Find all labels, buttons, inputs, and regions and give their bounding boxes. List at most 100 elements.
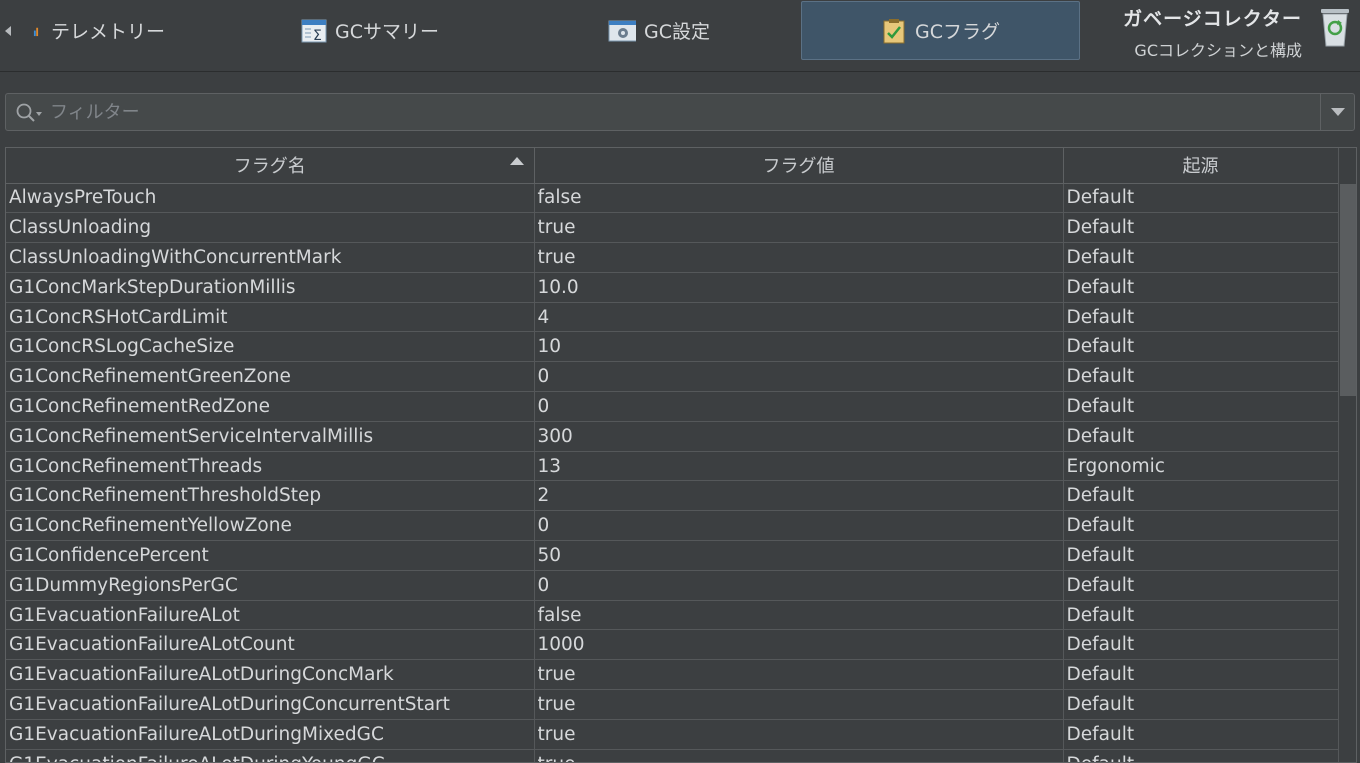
table-row[interactable]: G1EvacuationFailureALotDuringMixedGC true… xyxy=(6,719,1339,750)
cell-flag-name: G1ConcRefinementYellowZone xyxy=(6,510,535,542)
cell-flag-value: false xyxy=(534,183,1064,214)
column-header-label: フラグ名 xyxy=(233,156,306,178)
cell-flag-name: G1EvacuationFailureALotDuringYoungGC xyxy=(6,749,535,762)
table-row[interactable]: G1ConcRSLogCacheSize 10 Default xyxy=(6,331,1339,363)
column-header-flag-name[interactable]: フラグ名 xyxy=(6,148,535,184)
summary-icon: Σ xyxy=(301,19,327,44)
cell-flag-name: G1DummyRegionsPerGC xyxy=(6,570,535,601)
cell-flag-name: G1EvacuationFailureALot xyxy=(6,600,535,631)
cell-flag-value: false xyxy=(534,600,1064,631)
table-row[interactable]: G1ConcRefinementRedZone 0 Default xyxy=(6,391,1339,422)
cell-flag-value: 0 xyxy=(534,391,1064,422)
cell-origin: Default xyxy=(1063,749,1339,762)
cell-flag-name: ClassUnloadingWithConcurrentMark xyxy=(6,242,535,273)
table-row[interactable]: G1EvacuationFailureALotDuringYoungGCtrue… xyxy=(6,749,1339,762)
table-row[interactable]: G1ConcRSHotCardLimit 4 Default xyxy=(6,302,1339,333)
cell-origin: Default xyxy=(1063,659,1339,691)
cell-flag-name: G1ConcRefinementThresholdStep xyxy=(6,480,535,512)
table-header-row: フラグ名 フラグ値 起源 xyxy=(6,148,1339,184)
cell-flag-value: true xyxy=(534,659,1064,691)
cell-flag-name: G1ConcRefinementGreenZone xyxy=(6,361,535,393)
table-row[interactable]: ClassUnloadingWithConcurrentMark true Defa… xyxy=(6,242,1339,273)
column-header-flag-value[interactable]: フラグ値 xyxy=(534,148,1064,184)
cell-flag-name: G1ConcRefinementThreads xyxy=(6,451,535,482)
tab-gc-summary[interactable]: Σ GCサマリー xyxy=(290,1,450,60)
cell-flag-value: 10 xyxy=(534,331,1064,363)
cell-origin: Default xyxy=(1063,719,1339,750)
vertical-scrollbar[interactable] xyxy=(1338,148,1356,762)
column-header-origin[interactable]: 起源 xyxy=(1063,148,1339,184)
cell-flag-value: 4 xyxy=(534,302,1064,333)
filter-bar xyxy=(5,93,1355,131)
table-row[interactable]: G1ConcRefinementThreads 13 Ergonomic xyxy=(6,451,1339,482)
cell-flag-name: G1ConcRSLogCacheSize xyxy=(6,331,535,363)
filter-input[interactable] xyxy=(50,98,1310,126)
cell-origin: Default xyxy=(1063,391,1339,422)
column-header-label: フラグ値 xyxy=(762,156,835,178)
cell-origin: Default xyxy=(1063,629,1339,661)
table-row[interactable]: AlwaysPreTouch false Default xyxy=(6,183,1339,214)
search-icon[interactable] xyxy=(15,102,45,124)
cell-flag-name: G1EvacuationFailureALotCount xyxy=(6,629,535,661)
cell-origin: Default xyxy=(1063,421,1339,452)
table-row[interactable]: G1EvacuationFailureALot false Default xyxy=(6,600,1339,631)
tab-gc-settings[interactable]: GC設定 xyxy=(596,1,720,60)
cell-flag-value: 0 xyxy=(534,361,1064,393)
column-header-label: 起源 xyxy=(1182,156,1219,178)
cell-flag-value: true xyxy=(534,719,1064,750)
cell-flag-name: G1EvacuationFailureALotDuringConcurrentS… xyxy=(6,689,535,720)
table-row[interactable]: ClassUnloading true Default xyxy=(6,212,1339,244)
cell-flag-name: G1EvacuationFailureALotDuringMixedGC xyxy=(6,719,535,750)
cell-flag-value: 0 xyxy=(534,510,1064,542)
cell-flag-value: true xyxy=(534,212,1064,244)
page-subtitle: GCコレクションと構成 xyxy=(1134,41,1302,60)
table-row[interactable]: G1ConfidencePercent 50 Default xyxy=(6,540,1339,571)
scroll-left-icon[interactable] xyxy=(5,26,11,36)
telemetry-icon xyxy=(33,27,39,36)
table-row[interactable]: G1ConcRefinementServiceIntervalMillis 300… xyxy=(6,421,1339,452)
cell-flag-name: G1ConcRefinementServiceIntervalMillis xyxy=(6,421,535,452)
table-row[interactable]: G1ConcMarkStepDurationMillis 10.0 Default xyxy=(6,272,1339,303)
cell-flag-value: 2 xyxy=(534,480,1064,512)
cell-flag-name: G1ConcRefinementRedZone xyxy=(6,391,535,422)
svg-text:Σ: Σ xyxy=(313,28,322,44)
cell-flag-name: AlwaysPreTouch xyxy=(6,183,535,214)
cell-origin: Default xyxy=(1063,272,1339,303)
table-row[interactable]: G1DummyRegionsPerGC 0 Default xyxy=(6,570,1339,601)
page-title: ガベージコレクター xyxy=(1123,8,1302,30)
settings-icon xyxy=(608,20,636,41)
cell-origin: Ergonomic xyxy=(1063,451,1339,482)
cell-flag-value: 1000 xyxy=(534,629,1064,661)
table-row[interactable]: G1EvacuationFailureALotDuringConcMark tru… xyxy=(6,659,1339,691)
cell-flag-name: ClassUnloading xyxy=(6,212,535,244)
table-row[interactable]: G1EvacuationFailureALotDuringConcurrentS… xyxy=(6,689,1339,720)
cell-flag-name: G1EvacuationFailureALotDuringConcMark xyxy=(6,659,535,691)
tab-telemetry[interactable]: テレメトリー xyxy=(14,1,184,60)
top-tab-bar: テレメトリー Σ GCサマリー GC設定 GCフラグ ガベージコレクター GCコ… xyxy=(0,0,1360,72)
flags-table: フラグ名 フラグ値 起源 AlwaysPreTouch false Default C… xyxy=(6,148,1339,762)
cell-flag-value: 10.0 xyxy=(534,272,1064,303)
cell-origin: Default xyxy=(1063,212,1339,244)
scrollbar-thumb[interactable] xyxy=(1340,184,1356,396)
tab-label: テレメトリー xyxy=(50,21,165,43)
cell-flag-value: 13 xyxy=(534,451,1064,482)
header-title-block: ガベージコレクター GCコレクションと構成 xyxy=(1123,4,1302,61)
cell-origin: Default xyxy=(1063,480,1339,512)
filter-dropdown-button[interactable] xyxy=(1320,94,1354,130)
table-row[interactable]: G1ConcRefinementYellowZone 0 Default xyxy=(6,510,1339,542)
cell-origin: Default xyxy=(1063,689,1339,720)
tab-gc-flags[interactable]: GCフラグ xyxy=(801,1,1080,60)
table-row[interactable]: G1ConcRefinementThresholdStep 2 Default xyxy=(6,480,1339,512)
flags-icon xyxy=(883,18,905,43)
tab-label: GCサマリー xyxy=(335,21,439,43)
cell-origin: Default xyxy=(1063,331,1339,363)
cell-origin: Default xyxy=(1063,183,1339,214)
cell-origin: Default xyxy=(1063,302,1339,333)
table-row[interactable]: G1ConcRefinementGreenZone 0 Default xyxy=(6,361,1339,393)
sort-ascending-icon xyxy=(509,157,524,165)
cell-flag-name: G1ConfidencePercent xyxy=(6,540,535,571)
cell-origin: Default xyxy=(1063,361,1339,393)
cell-flag-value: 0 xyxy=(534,570,1064,601)
table-row[interactable]: G1EvacuationFailureALotCount 1000 Default xyxy=(6,629,1339,661)
cell-origin: Default xyxy=(1063,600,1339,631)
